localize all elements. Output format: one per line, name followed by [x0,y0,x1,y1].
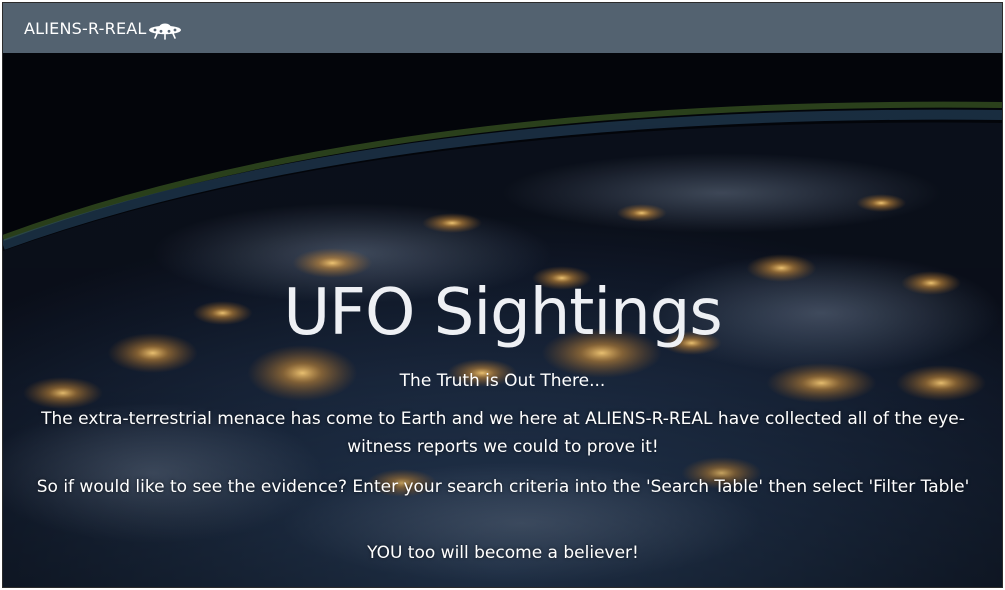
hero-paragraph-instructions: So if would like to see the evidence? En… [36,477,970,497]
navbar: ALIENS-R-REAL [3,3,1002,53]
hero-tagline: The Truth is Out There... [399,371,606,391]
browser-viewport: ALIENS-R-REAL UFO Sightings The Truth is… [2,2,1003,588]
hero-paragraph-intro: The extra-terrestrial menace has come to… [41,409,965,457]
brand-link[interactable]: ALIENS-R-REAL [24,16,182,40]
hero-paragraph-closing: YOU too will become a believer! [367,543,639,563]
hero-section: UFO Sightings The Truth is Out There... … [3,53,1002,587]
page-title: UFO Sightings [283,276,722,350]
hero-content: UFO Sightings The Truth is Out There... … [3,53,1002,587]
ufo-icon [148,16,182,40]
brand-label: ALIENS-R-REAL [24,18,147,38]
